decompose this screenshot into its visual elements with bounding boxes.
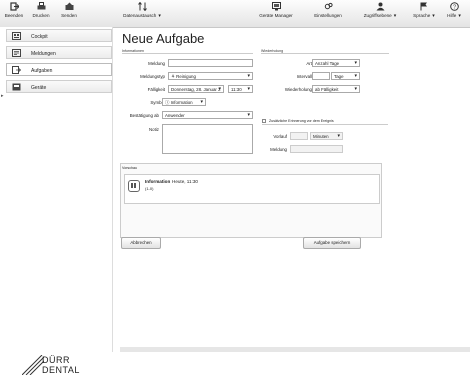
logo-mark-icon: [22, 355, 44, 375]
toolbar: Beenden Drucken Senden Datenaustausch ▾ G…: [0, 0, 470, 28]
preview-panel: Vorschau Information Heute, 11:30 (1-0): [120, 163, 382, 238]
vorlauf-unit-select[interactable]: Minuten: [310, 132, 343, 140]
faelligkeit-label: Fälligkeit: [147, 87, 165, 92]
svg-text:?: ?: [452, 5, 455, 11]
sidebar-item-messages[interactable]: Meldungen: [6, 46, 112, 59]
notiz-textarea[interactable]: [162, 124, 253, 154]
cockpit-icon: [12, 32, 21, 40]
vorlauf-input[interactable]: [290, 132, 308, 140]
help-button[interactable]: ? Hilfe ▾: [442, 2, 466, 19]
preview-label: Vorschau: [122, 166, 137, 170]
access-level-button[interactable]: Zugriffsebene ▾: [362, 2, 398, 19]
sidebar-item-cockpit[interactable]: Cockpit: [6, 29, 112, 42]
meldung-label: Meldung: [148, 61, 165, 66]
meldung2-label: Meldung: [270, 147, 287, 152]
data-exchange-button[interactable]: Datenaustausch ▾: [119, 2, 165, 19]
preview-time: Heute, 11:30: [172, 179, 198, 184]
device-manager-button[interactable]: Geräte Manager: [255, 2, 297, 18]
device-manager-icon: [271, 2, 281, 11]
send-icon: [65, 2, 73, 10]
preview-card: Information Heute, 11:30 (1-0): [124, 174, 380, 204]
cancel-button[interactable]: Abbrechen: [121, 237, 161, 249]
send-button[interactable]: Senden: [58, 2, 80, 18]
reminder-label: Zusätzliche Erinnerung vor dem Ereignis: [269, 119, 334, 123]
page-title: Neue Aufgabe: [122, 31, 205, 46]
broom-icon: ⚘: [171, 74, 175, 79]
intervall-label: Intervall: [296, 74, 312, 79]
preview-title: Information: [145, 179, 171, 184]
faelligkeit-date-select[interactable]: Donnerstag, 28. Januar 2: [168, 85, 224, 93]
tasks-icon: [12, 66, 21, 74]
reminder-checkbox[interactable]: [262, 119, 266, 123]
language-icon: [420, 2, 427, 11]
devices-icon: [12, 83, 21, 91]
print-button[interactable]: Drucken: [30, 2, 52, 18]
wiederholung-select[interactable]: ab Fälligkeit: [312, 85, 360, 93]
task-form: Neue Aufgabe Informationen Wiederholung …: [120, 27, 470, 352]
settings-button[interactable]: Einstellungen: [310, 2, 346, 18]
section-informationen: Informationen: [122, 49, 253, 54]
help-icon: ?: [449, 2, 459, 11]
information-icon: [128, 180, 140, 192]
sidebar-item-tasks[interactable]: Aufgaben: [6, 63, 112, 76]
exit-icon: [9, 2, 19, 11]
data-exchange-icon: [137, 2, 147, 11]
wiederholung-label: Wiederholung: [284, 87, 312, 92]
art-select[interactable]: Anzahl Tage: [312, 59, 360, 67]
reminder-row: Zusätzliche Erinnerung vor dem Ereignis: [262, 119, 388, 125]
language-button[interactable]: Sprache ▾: [410, 2, 438, 19]
printer-icon: [37, 2, 45, 10]
messages-icon: [12, 49, 21, 57]
meldung2-input[interactable]: [290, 145, 343, 153]
intervall-input[interactable]: [312, 72, 330, 80]
active-item-arrow-icon: ▸: [1, 93, 4, 99]
sidebar-item-devices[interactable]: Geräte: [6, 80, 112, 93]
information-icon: ⓘ: [165, 100, 170, 105]
symbol-select[interactable]: ⓘ Information: [162, 98, 206, 106]
meldungstyp-label: Meldungstyp: [140, 74, 165, 79]
access-level-icon: [376, 2, 384, 11]
intervall-unit-select[interactable]: Tage: [331, 72, 360, 80]
meldungstyp-select[interactable]: ⚘ Reinigung: [168, 72, 253, 80]
status-bar: [120, 347, 470, 352]
meldung-input[interactable]: [168, 59, 253, 67]
settings-icon: [324, 2, 333, 10]
notiz-label: Notiz: [148, 127, 159, 132]
section-wiederholung: Wiederholung: [261, 49, 389, 54]
sidebar: Cockpit Meldungen ▸ Aufgaben Geräte DÜRR…: [0, 27, 113, 375]
preview-count: (1-0): [145, 186, 154, 191]
bestaetigung-label: Bestätigung ab: [129, 113, 159, 118]
faelligkeit-time-select[interactable]: 11:30: [228, 85, 253, 93]
bestaetigung-select[interactable]: Anwender: [162, 111, 253, 119]
exit-button[interactable]: Beenden: [3, 2, 25, 18]
save-task-button[interactable]: Aufgabe speichern: [303, 237, 361, 249]
vorlauf-label: Vorlauf: [273, 134, 287, 139]
